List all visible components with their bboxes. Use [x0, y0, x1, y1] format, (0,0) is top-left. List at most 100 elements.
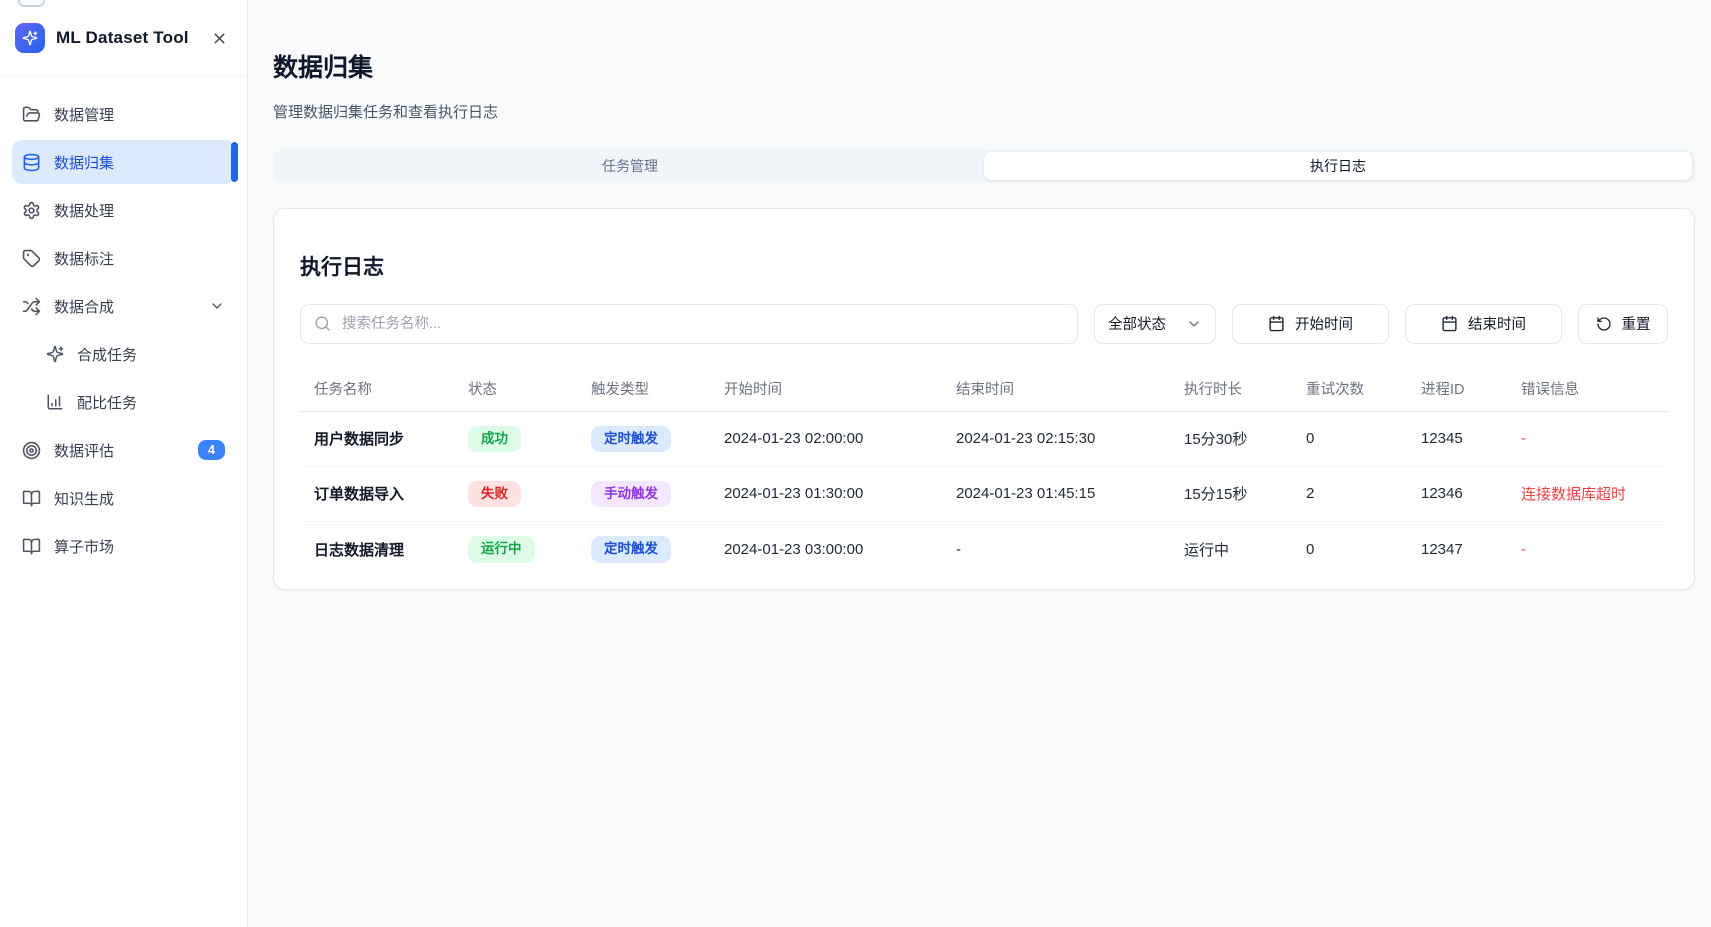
sidebar-item-data-labeling[interactable]: 数据标注	[12, 236, 235, 280]
execution-log-table: 任务名称状态触发类型开始时间结束时间执行时长重试次数进程ID错误信息 用户数据同…	[300, 367, 1668, 577]
column-header: 重试次数	[1306, 378, 1421, 399]
filter-bar: 全部状态 开始时间 结束时间 重置	[300, 304, 1668, 344]
target-icon	[21, 440, 41, 460]
book-open-icon	[21, 488, 41, 508]
chevron-down-icon	[209, 298, 225, 314]
sidebar-item-ratio-task[interactable]: 配比任务	[12, 380, 235, 424]
database-icon	[21, 152, 41, 172]
table-row: 日志数据清理运行中定时触发2024-01-23 03:00:00-运行中0123…	[300, 522, 1668, 577]
sidebar-item-data-collection[interactable]: 数据归集	[12, 140, 235, 184]
retry-count-cell: 2	[1306, 485, 1421, 502]
task-name-cell: 订单数据导入	[314, 483, 468, 504]
sidebar-item-label: 知识生成	[54, 488, 114, 509]
retry-count-cell: 0	[1306, 541, 1421, 558]
task-name-cell: 日志数据清理	[314, 539, 468, 560]
column-header: 错误信息	[1521, 378, 1668, 399]
sidebar-item-data-management[interactable]: 数据管理	[12, 92, 235, 136]
sidebar-item-label: 数据合成	[54, 296, 114, 317]
search-icon	[314, 315, 331, 332]
folder-open-icon	[21, 104, 41, 124]
trigger-type-badge: 手动触发	[591, 481, 724, 507]
tab-execution-log[interactable]: 执行日志	[984, 152, 1692, 180]
app-title: ML Dataset Tool	[56, 28, 195, 48]
duration-cell: 15分30秒	[1184, 428, 1306, 449]
sidebar-item-label: 数据管理	[54, 104, 114, 125]
process-id-cell: 12345	[1421, 430, 1521, 447]
trigger-type-badge: 定时触发	[591, 426, 724, 452]
sidebar-close-button[interactable]	[206, 25, 232, 51]
sidebar-item-knowledge-generation[interactable]: 知识生成	[12, 476, 235, 520]
task-name-cell: 用户数据同步	[314, 428, 468, 449]
reset-button[interactable]: 重置	[1578, 304, 1668, 344]
duration-cell: 15分15秒	[1184, 483, 1306, 504]
table-row: 订单数据导入失败手动触发2024-01-23 01:30:002024-01-2…	[300, 467, 1668, 522]
column-header: 开始时间	[724, 378, 956, 399]
column-header: 状态	[468, 378, 591, 399]
sidebar-item-synthesis-task[interactable]: 合成任务	[12, 332, 235, 376]
sidebar-nav: 数据管理数据归集数据处理数据标注数据合成合成任务配比任务数据评估 4 知识生成算子市…	[0, 77, 247, 583]
book-open-icon	[21, 536, 41, 556]
gear-icon	[21, 200, 41, 220]
sidebar-item-data-evaluation[interactable]: 数据评估 4	[12, 428, 235, 472]
start-time-cell: 2024-01-23 03:00:00	[724, 541, 956, 558]
start-time-label: 开始时间	[1295, 313, 1353, 334]
end-time-cell: 2024-01-23 02:15:30	[956, 430, 1184, 447]
execution-log-panel: 执行日志 全部状态 开始时间 结束时间 重置	[273, 208, 1695, 590]
rotate-ccw-icon	[1596, 316, 1612, 332]
sidebar-item-label: 数据归集	[54, 152, 114, 173]
table-body: 用户数据同步成功定时触发2024-01-23 02:00:002024-01-2…	[300, 412, 1668, 577]
status-badge-label: 失败	[468, 481, 521, 507]
start-time-cell: 2024-01-23 02:00:00	[724, 430, 956, 447]
end-time-button[interactable]: 结束时间	[1405, 304, 1562, 344]
sidebar-item-data-processing[interactable]: 数据处理	[12, 188, 235, 232]
sparkles-icon	[45, 345, 64, 364]
sidebar-item-label: 数据处理	[54, 200, 114, 221]
main-content: 数据归集 管理数据归集任务和查看执行日志 任务管理 执行日志 执行日志 全部状态…	[248, 0, 1711, 590]
bar-chart-icon	[45, 393, 64, 412]
end-time-cell: 2024-01-23 01:45:15	[956, 485, 1184, 502]
search-input[interactable]	[340, 315, 1064, 333]
reset-label: 重置	[1622, 313, 1651, 334]
tab-task-management[interactable]: 任务管理	[276, 152, 984, 180]
count-badge: 4	[198, 440, 225, 460]
status-badge: 成功	[468, 426, 591, 452]
column-header: 结束时间	[956, 378, 1184, 399]
sidebar-item-label: 数据标注	[54, 248, 114, 269]
error-message-cell: -	[1521, 430, 1668, 447]
end-time-cell: -	[956, 541, 1184, 558]
page-title: 数据归集	[273, 48, 1695, 84]
tab-bar: 任务管理 执行日志	[273, 149, 1695, 183]
table-row: 用户数据同步成功 定时触发 2024-01-23 02:00:002024-01-2…	[300, 412, 1668, 467]
status-filter-select[interactable]: 全部状态	[1094, 304, 1216, 344]
status-badge: 运行中	[468, 536, 591, 562]
calendar-icon	[1268, 315, 1285, 332]
process-id-cell: 12346	[1421, 485, 1521, 502]
page-subtitle: 管理数据归集任务和查看执行日志	[273, 101, 1695, 122]
status-badge-label: 运行中	[468, 536, 535, 562]
close-icon	[211, 30, 228, 47]
sidebar-item-label: 数据评估	[54, 440, 114, 461]
end-time-label: 结束时间	[1468, 313, 1526, 334]
trigger-type-badge-label: 定时触发	[591, 426, 671, 452]
chevron-down-icon	[1186, 316, 1202, 332]
column-header: 触发类型	[591, 378, 724, 399]
sidebar-item-data-synthesis[interactable]: 数据合成	[12, 284, 235, 328]
shuffle-icon	[21, 296, 41, 316]
sidebar-item-operator-market[interactable]: 算子市场	[12, 524, 235, 568]
top-edge-artifact	[18, 0, 45, 7]
status-filter-value: 全部状态	[1108, 313, 1166, 334]
start-time-button[interactable]: 开始时间	[1232, 304, 1389, 344]
sidebar-header: ML Dataset Tool	[0, 0, 247, 77]
column-header: 进程ID	[1421, 378, 1521, 399]
column-header: 执行时长	[1184, 378, 1306, 399]
calendar-icon	[1441, 315, 1458, 332]
status-badge-label: 成功	[468, 426, 521, 452]
error-message-cell: 连接数据库超时	[1521, 483, 1668, 504]
status-badge: 失败	[468, 481, 591, 507]
retry-count-cell: 0	[1306, 430, 1421, 447]
column-header: 任务名称	[314, 378, 468, 399]
table-header-row: 任务名称状态触发类型开始时间结束时间执行时长重试次数进程ID错误信息	[300, 367, 1668, 412]
sidebar-item-label: 配比任务	[77, 392, 137, 413]
trigger-type-badge-label: 手动触发	[591, 481, 671, 507]
sidebar-item-label: 合成任务	[77, 344, 137, 365]
